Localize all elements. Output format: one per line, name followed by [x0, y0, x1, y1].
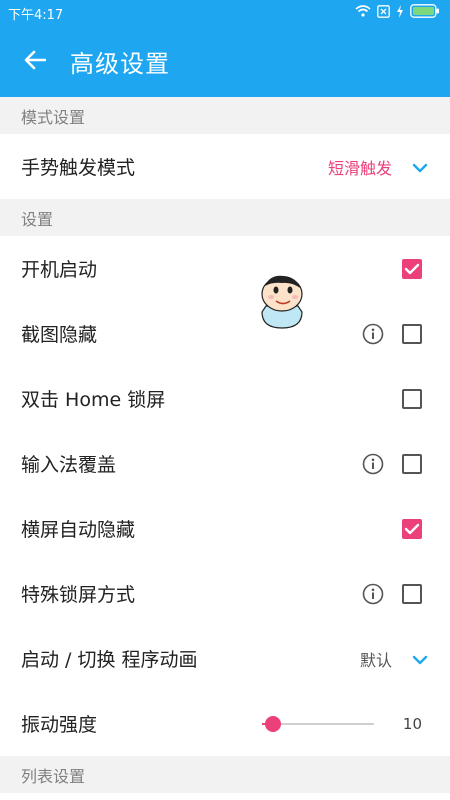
screenshot-hide-row[interactable]: 截图隐藏: [0, 301, 450, 366]
boot-start-row[interactable]: 开机启动: [0, 236, 450, 301]
landscape-hide-label: 横屏自动隐藏: [21, 519, 136, 541]
boot-start-checkbox[interactable]: [402, 258, 422, 279]
double-tap-lock-row[interactable]: 双击 Home 锁屏: [0, 366, 450, 431]
chevron-down-icon[interactable]: [412, 156, 428, 178]
ime-cover-label: 输入法覆盖: [21, 454, 117, 476]
info-icon[interactable]: [362, 583, 384, 605]
screenshot-hide-label: 截图隐藏: [21, 324, 98, 346]
battery-icon: [410, 4, 440, 22]
vibration-row: 振动强度 10: [0, 691, 450, 756]
arrow-left-icon: [24, 50, 47, 74]
info-icon[interactable]: [362, 453, 384, 475]
status-time: 下午4:17: [8, 7, 64, 23]
wifi-icon: [355, 5, 371, 21]
back-button[interactable]: [0, 26, 70, 97]
gesture-mode-value[interactable]: 短滑触发: [328, 155, 392, 179]
slider-thumb[interactable]: [265, 715, 282, 732]
gesture-mode-row[interactable]: 手势触发模式 短滑触发: [0, 134, 450, 199]
boot-start-label: 开机启动: [21, 259, 98, 281]
landscape-hide-row[interactable]: 横屏自动隐藏: [0, 496, 450, 561]
status-bar: 下午4:17: [0, 0, 450, 26]
page-title: 高级设置: [70, 50, 170, 78]
special-lock-checkbox[interactable]: [402, 583, 422, 604]
no-sim-icon: [377, 4, 390, 22]
screenshot-hide-checkbox[interactable]: [402, 323, 422, 344]
gesture-mode-label: 手势触发模式: [21, 157, 136, 179]
ime-cover-row[interactable]: 输入法覆盖: [0, 431, 450, 496]
vibration-label: 振动强度: [21, 714, 98, 736]
double-tap-lock-label: 双击 Home 锁屏: [21, 389, 166, 411]
floating-sticker-image[interactable]: [252, 270, 312, 330]
vibration-value: 10: [402, 714, 422, 733]
charging-icon: [396, 4, 404, 22]
ime-cover-checkbox[interactable]: [402, 453, 422, 474]
animation-value[interactable]: 默认: [360, 647, 392, 671]
special-lock-row[interactable]: 特殊锁屏方式: [0, 561, 450, 626]
chevron-down-icon[interactable]: [412, 648, 428, 670]
info-icon[interactable]: [362, 323, 384, 345]
landscape-hide-checkbox[interactable]: [402, 518, 422, 539]
special-lock-label: 特殊锁屏方式: [21, 584, 136, 606]
animation-label: 启动 / 切换 程序动画: [21, 649, 198, 671]
section-header-mode: 模式设置: [0, 97, 450, 134]
section-header-list: 列表设置: [0, 756, 450, 793]
app-bar: 高级设置: [0, 26, 450, 97]
double-tap-lock-checkbox[interactable]: [402, 388, 422, 409]
animation-row[interactable]: 启动 / 切换 程序动画 默认: [0, 626, 450, 691]
vibration-slider[interactable]: [262, 715, 374, 732]
section-header-settings: 设置: [0, 199, 450, 236]
